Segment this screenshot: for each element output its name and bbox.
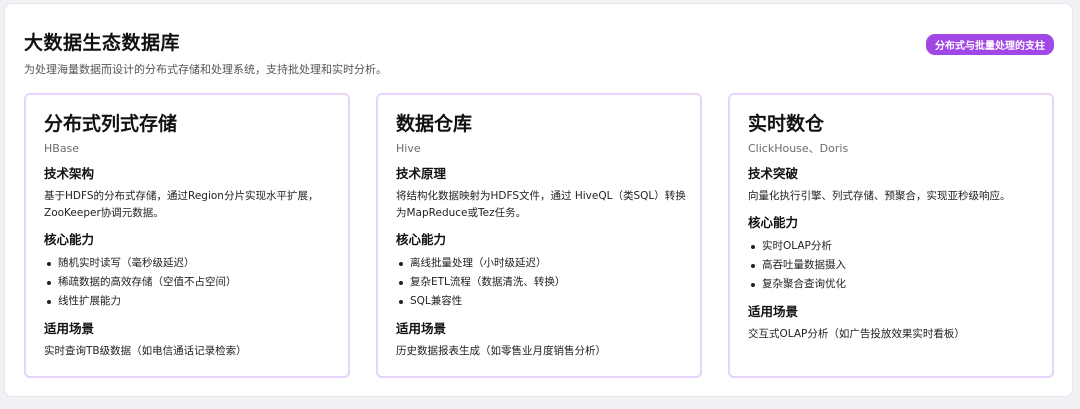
section-text-scenario: 历史数据报表生成（如零售业月度销售分析） — [396, 345, 606, 357]
section-heading-breakthrough: 技术突破 — [748, 166, 799, 181]
card-hive: 数据仓库 Hive 技术原理 将结构化数据映射为HDFS文件，通过 HiveQL… — [376, 93, 702, 378]
section-heading-capabilities: 核心能力 — [44, 232, 95, 247]
section-text-scenario: 交互式OLAP分析（如广告投放效果实时看板） — [748, 328, 965, 340]
card-realtime-warehouse: 实时数仓 ClickHouse、Doris 技术突破 向量化执行引擎、列式存储、… — [728, 93, 1054, 378]
section-heading-architecture: 技术架构 — [44, 166, 95, 181]
section-text-architecture: 基于HDFS的分布式存储，通过Region分片实现水平扩展，ZooKeeper协… — [44, 190, 319, 219]
section-text-principle: 将结构化数据映射为HDFS文件，通过 HiveQL（类SQL）转换为MapRed… — [396, 190, 686, 219]
section-heading-scenario: 适用场景 — [44, 321, 95, 336]
category-badge: 分布式与批量处理的支柱 — [926, 34, 1054, 55]
list-item: 线性扩展能力 — [44, 292, 334, 311]
list-item: 复杂聚合查询优化 — [748, 275, 1038, 294]
section-heading-capabilities: 核心能力 — [748, 215, 799, 230]
main-panel: 大数据生态数据库 为处理海量数据而设计的分布式存储和处理系统，支持批处理和实时分… — [4, 3, 1073, 397]
section-heading-scenario: 适用场景 — [748, 304, 799, 319]
list-item: 高吞吐量数据摄入 — [748, 256, 1038, 275]
page-subtitle: 为处理海量数据而设计的分布式存储和处理系统，支持批处理和实时分析。 — [24, 63, 387, 76]
list-item: 随机实时读写（毫秒级延迟） — [44, 254, 334, 273]
card-title: 数据仓库 — [396, 113, 473, 135]
list-item: 稀疏数据的高效存储（空值不占空间） — [44, 273, 334, 292]
capabilities-list: 离线批量处理（小时级延迟） 复杂ETL流程（数据清洗、转换） SQL兼容性 — [396, 254, 686, 311]
list-item: 实时OLAP分析 — [748, 237, 1038, 256]
section-heading-capabilities: 核心能力 — [396, 232, 447, 247]
section-text-breakthrough: 向量化执行引擎、列式存储、预聚合，实现亚秒级响应。 — [748, 190, 1011, 202]
card-technology: Hive — [396, 142, 421, 155]
capabilities-list: 实时OLAP分析 高吞吐量数据摄入 复杂聚合查询优化 — [748, 237, 1038, 294]
section-heading-scenario: 适用场景 — [396, 321, 447, 336]
list-item: 复杂ETL流程（数据清洗、转换） — [396, 273, 686, 292]
capabilities-list: 随机实时读写（毫秒级延迟） 稀疏数据的高效存储（空值不占空间） 线性扩展能力 — [44, 254, 334, 311]
list-item: SQL兼容性 — [396, 292, 686, 311]
section-text-scenario: 实时查询TB级数据（如电信通话记录检索） — [44, 345, 247, 357]
page-title: 大数据生态数据库 — [24, 32, 181, 54]
card-technology: HBase — [44, 142, 80, 155]
card-title: 实时数仓 — [748, 113, 825, 135]
card-hbase: 分布式列式存储 HBase 技术架构 基于HDFS的分布式存储，通过Region… — [24, 93, 350, 378]
section-heading-principle: 技术原理 — [396, 166, 447, 181]
card-technology: ClickHouse、Doris — [748, 142, 849, 155]
card-title: 分布式列式存储 — [44, 113, 178, 135]
list-item: 离线批量处理（小时级延迟） — [396, 254, 686, 273]
